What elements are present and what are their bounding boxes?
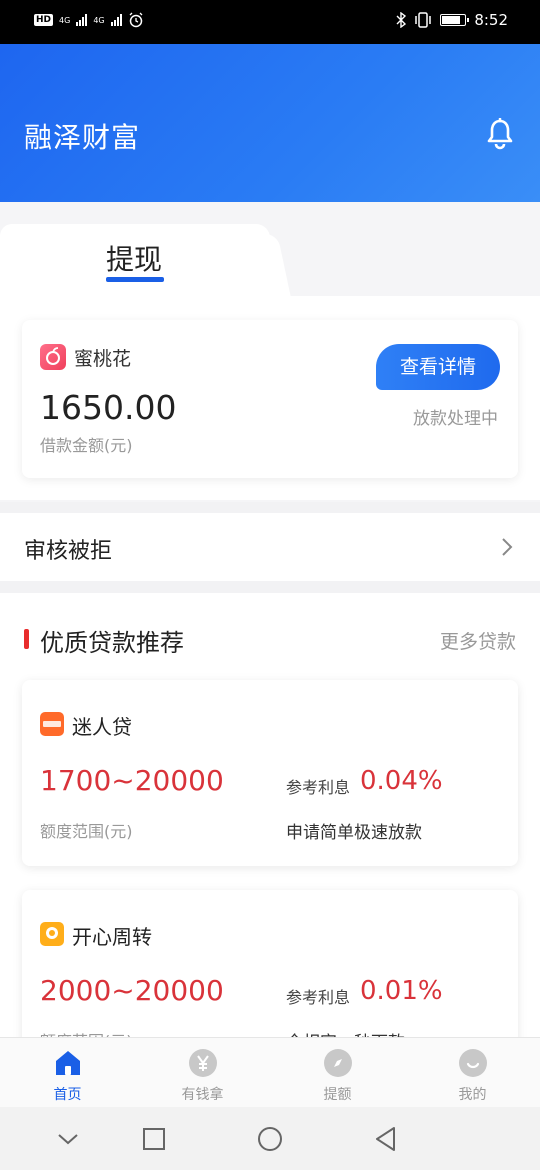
network-type-1: 4G: [59, 15, 71, 25]
home-circle-icon[interactable]: [256, 1125, 284, 1153]
hd-indicator: HD: [34, 14, 54, 26]
system-nav-bar: [0, 1107, 540, 1170]
signal-icon: [76, 14, 88, 26]
product-description: 申请简单极速放款: [286, 823, 422, 843]
nav-raise-limit[interactable]: 提额: [270, 1038, 405, 1108]
recommend-title: 优质贷款推荐: [40, 629, 184, 657]
smile-icon: [459, 1049, 487, 1077]
product-range: 2000~20000: [40, 974, 224, 1007]
product-rate: 0.04%: [360, 766, 443, 796]
nav-mine[interactable]: 我的: [405, 1038, 540, 1108]
compass-icon: [324, 1049, 352, 1077]
view-details-button[interactable]: 查看详情: [376, 344, 500, 390]
loan-product-name: 蜜桃花: [74, 348, 132, 370]
tab-withdraw-label[interactable]: 提现: [106, 238, 162, 278]
status-bar: HD 4G 4G 8:52: [0, 0, 540, 44]
section-marker: [24, 629, 29, 649]
tab-indicator: [106, 277, 164, 282]
peach-icon: [40, 344, 66, 370]
product-logo-icon: [40, 922, 64, 946]
status-bar-left: HD 4G 4G: [34, 12, 144, 28]
more-loans-link[interactable]: 更多贷款: [440, 627, 516, 654]
home-icon: [56, 1051, 80, 1075]
product-name: 迷人贷: [72, 715, 132, 739]
nav-mine-label: 我的: [458, 1087, 487, 1103]
product-logo-icon: [40, 712, 64, 736]
bottom-nav: 首页 有钱拿 提额 我的: [0, 1037, 540, 1107]
product-card[interactable]: 开心周转 2000~20000 额度范围(元) 参考利息 0.01% 全相审，秒…: [22, 890, 518, 1037]
product-range-label: 额度范围(元): [40, 1028, 133, 1037]
alarm-icon: [129, 12, 143, 28]
yuan-icon: [189, 1049, 217, 1077]
product-range: 1700~20000: [40, 764, 224, 797]
back-triangle-icon[interactable]: [372, 1125, 400, 1153]
chevron-right-icon: [502, 538, 513, 556]
nav-earn[interactable]: 有钱拿: [135, 1038, 270, 1108]
recommend-section: 优质贷款推荐 更多贷款 迷人贷 1700~20000 额度范围(元) 参考利息 …: [0, 593, 540, 1037]
loan-status: 放款处理中: [413, 409, 498, 429]
loan-amount-label: 借款金额(元): [40, 436, 133, 455]
status-bar-right: 8:52: [396, 11, 508, 29]
network-type-2: 4G: [93, 15, 105, 25]
battery-icon: [440, 14, 470, 26]
rejected-row[interactable]: 审核被拒: [0, 513, 540, 581]
loan-card[interactable]: 蜜桃花 1650.00 借款金额(元) 查看详情 放款处理中: [22, 320, 518, 478]
nav-raise-limit-label: 提额: [323, 1087, 352, 1103]
app-header: 融泽财富: [0, 44, 540, 202]
chevron-down-icon[interactable]: [54, 1125, 82, 1153]
app-title: 融泽财富: [24, 121, 141, 154]
nav-home-label: 首页: [53, 1087, 82, 1103]
bluetooth-icon: [396, 12, 407, 28]
loan-amount: 1650.00: [40, 388, 177, 427]
recent-apps-icon[interactable]: [140, 1125, 168, 1153]
product-rate: 0.01%: [360, 976, 443, 1006]
nav-earn-label: 有钱拿: [181, 1087, 224, 1103]
bell-icon[interactable]: [486, 118, 514, 150]
status-time: 8:52: [474, 11, 508, 29]
product-description: 全相审，秒下款: [286, 1028, 405, 1037]
product-rate-label: 参考利息: [286, 778, 351, 797]
product-name: 开心周转: [72, 925, 152, 949]
product-range-label: 额度范围(元): [40, 822, 133, 841]
vibrate-icon: [415, 12, 432, 28]
product-card[interactable]: 迷人贷 1700~20000 额度范围(元) 参考利息 0.04% 申请简单极速…: [22, 680, 518, 866]
withdraw-section: 提现 蜜桃花 1650.00 借款金额(元) 查看详情 放款处理中: [0, 202, 540, 502]
rejected-label: 审核被拒: [24, 539, 113, 564]
nav-home[interactable]: 首页: [0, 1038, 135, 1108]
product-rate-label: 参考利息: [286, 988, 351, 1007]
signal-icon-2: [110, 14, 122, 26]
